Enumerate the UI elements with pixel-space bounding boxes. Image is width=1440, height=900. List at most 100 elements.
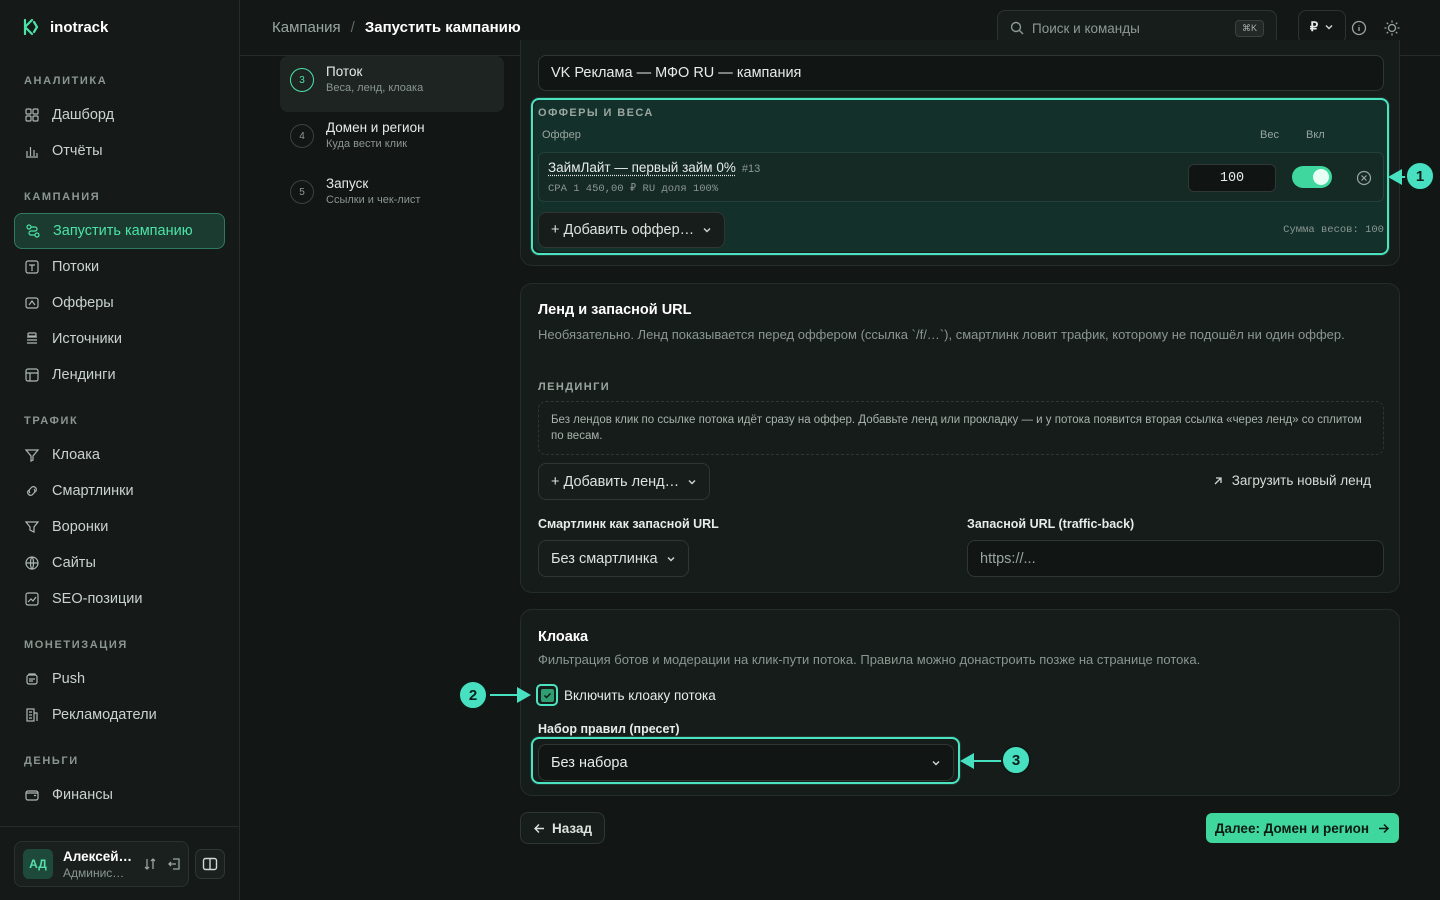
sidebar-item[interactable]: Запустить кампанию — [14, 213, 225, 249]
sidebar-item-label: Источники — [52, 331, 123, 347]
smartlink-value: Без смартлинка — [551, 550, 658, 567]
add-landing-button[interactable]: + Добавить ленд… — [538, 463, 711, 500]
cloak-enable-checkbox[interactable] — [536, 684, 558, 706]
landings-section-title: ЛЕНДИНГИ — [538, 381, 611, 393]
sidebar-item[interactable]: SEO-позиции — [14, 581, 225, 617]
user-menu[interactable]: АД Алексей… Админис… — [14, 841, 189, 887]
sidebar-item-label: Финансы — [52, 787, 113, 803]
back-button[interactable]: Назад — [520, 812, 606, 844]
sidebar-item[interactable]: Клоака — [14, 437, 225, 473]
upload-landing-link[interactable]: Загрузить новый ленд — [1212, 473, 1371, 488]
sidebar-item[interactable]: Дашборд — [14, 97, 225, 133]
sidebar-item-label: Офферы — [52, 295, 114, 311]
landing-description: Необязательно. Ленд показывается перед о… — [538, 327, 1345, 342]
wizard-step[interactable]: 4 Домен и регион Куда вести клик — [280, 112, 504, 168]
smartlink-select[interactable]: Без смартлинка — [538, 540, 689, 577]
step-subtitle: Куда вести клик — [326, 138, 408, 150]
sidebar-footer: АД Алексей… Админис… — [0, 826, 239, 900]
nav-section-title: АНАЛИТИКА — [24, 75, 108, 87]
next-label: Далее: Домен и регион — [1214, 820, 1370, 836]
sidebar-item[interactable]: Лендинги — [14, 357, 225, 393]
theme-toggle-icon[interactable] — [1383, 19, 1401, 37]
nav-section-title: МОНЕТИЗАЦИЯ — [24, 639, 128, 651]
annotation-arrowhead-2 — [517, 687, 531, 703]
sidebar-item-label: Push — [52, 671, 86, 687]
highlight-offers — [531, 98, 1389, 255]
annotation-arrowhead-1 — [1388, 169, 1402, 185]
breadcrumb-separator: / — [350, 19, 355, 36]
route-icon — [26, 224, 40, 238]
sidebar-item[interactable]: Офферы — [14, 285, 225, 321]
wizard-steps: 3 Поток Веса, ленд, клоака 4 Домен и регион К… — [280, 56, 504, 224]
logout-icon[interactable] — [167, 856, 183, 872]
search-icon — [1010, 21, 1024, 35]
breadcrumb-item-current: Запустить кампанию — [364, 19, 521, 36]
step-number: 3 — [290, 68, 314, 92]
sidebar-item-label: Сайты — [52, 555, 96, 571]
app-logo[interactable]: inotrack — [22, 18, 108, 36]
landings-empty-text: Без лендов клик по ссылке потока идёт ср… — [551, 414, 1362, 442]
landings-empty-state: Без лендов клик по ссылке потока идёт ср… — [538, 401, 1384, 455]
currency-value: ₽ — [1309, 19, 1319, 34]
cloak-enable-label: Включить клоаку потока — [564, 687, 716, 703]
info-icon[interactable] — [1351, 20, 1367, 36]
add-landing-label: + Добавить ленд… — [551, 473, 680, 490]
sidebar-item-label: Смартлинки — [52, 483, 134, 499]
step-number: 4 — [290, 124, 314, 148]
breadcrumb-item-campaign[interactable]: Кампания — [272, 19, 341, 36]
user-name: Алексей… — [63, 848, 133, 864]
collapse-sidebar-button[interactable] — [195, 849, 225, 879]
flow-name-input[interactable]: VK Реклама — МФО RU — кампания — [538, 55, 1384, 91]
funnel-icon — [24, 521, 40, 533]
wizard-step[interactable]: 5 Запуск Ссылки и чек-лист — [280, 168, 504, 224]
flow-name-value: VK Реклама — МФО RU — кампания — [551, 65, 802, 81]
back-label: Назад — [552, 820, 593, 836]
switch-account-icon[interactable] — [143, 857, 157, 871]
sidebar-item[interactable]: Push — [14, 661, 225, 697]
annotation-arrow-3 — [972, 760, 1002, 762]
sidebar-item[interactable]: Источники — [14, 321, 225, 357]
sidebar-item-label: Клоака — [52, 447, 100, 463]
sidebar: inotrack АНАЛИТИКА Дашборд Отчёты КАМПАНИЯ З… — [0, 0, 240, 900]
cloak-enable-row[interactable]: Включить клоаку потока — [536, 684, 716, 706]
sidebar-item-label: Лендинги — [52, 367, 116, 383]
wizard-step[interactable]: 3 Поток Веса, ленд, клоака — [280, 56, 504, 112]
annotation-marker-2: 2 — [458, 680, 488, 710]
annotation-arrow-2 — [490, 694, 520, 696]
sidebar-item[interactable]: Отчёты — [14, 133, 225, 169]
fallback-url-input[interactable]: https://... — [967, 540, 1384, 577]
sidebar-item[interactable]: Рекламодатели — [14, 697, 225, 733]
globe-icon — [25, 556, 39, 570]
wallet-icon — [25, 790, 39, 801]
sidebar-item-label: Воронки — [52, 519, 109, 535]
sidebar-toggle-icon — [202, 857, 218, 871]
landing-card: Ленд и запасной URL Необязательно. Ленд … — [520, 283, 1400, 593]
fallback-url-placeholder: https://... — [980, 550, 1036, 567]
sidebar-item-label: Запустить кампанию — [53, 223, 193, 239]
nav-section-title: ДЕНЬГИ — [24, 755, 79, 767]
arrow-left-icon — [534, 823, 544, 833]
preset-label: Набор правил (пресет) — [538, 722, 680, 736]
cloak-title: Клоака — [538, 629, 589, 645]
step-subtitle: Веса, ленд, клоака — [326, 82, 424, 94]
bar-chart-icon — [26, 147, 38, 158]
arrow-up-right-icon — [1214, 476, 1222, 484]
sidebar-item[interactable]: Сайты — [14, 545, 225, 581]
app-name: inotrack — [50, 18, 109, 36]
sidebar-item[interactable]: Финансы — [14, 777, 225, 813]
sidebar-item[interactable]: Потоки — [14, 249, 225, 285]
nav-section-title: ТРАФИК — [24, 415, 79, 427]
sidebar-item-label: Рекламодатели — [52, 707, 157, 723]
sidebar-item[interactable]: Смартлинки — [14, 473, 225, 509]
avatar: АД — [23, 849, 53, 879]
currency-select[interactable]: ₽ — [1298, 10, 1346, 44]
nav-section-title: КАМПАНИЯ — [24, 191, 101, 203]
chevron-down-icon — [667, 556, 675, 561]
highlight-preset — [531, 737, 960, 784]
sidebar-item[interactable]: Воронки — [14, 509, 225, 545]
breadcrumb: Кампания / Запустить кампанию — [272, 19, 521, 36]
next-button[interactable]: Далее: Домен и регион — [1206, 813, 1399, 843]
cloak-description: Фильтрация ботов и модерации на клик-пут… — [538, 652, 1201, 667]
link-icon — [27, 486, 37, 496]
sidebar-item-label: SEO-позиции — [52, 591, 143, 607]
